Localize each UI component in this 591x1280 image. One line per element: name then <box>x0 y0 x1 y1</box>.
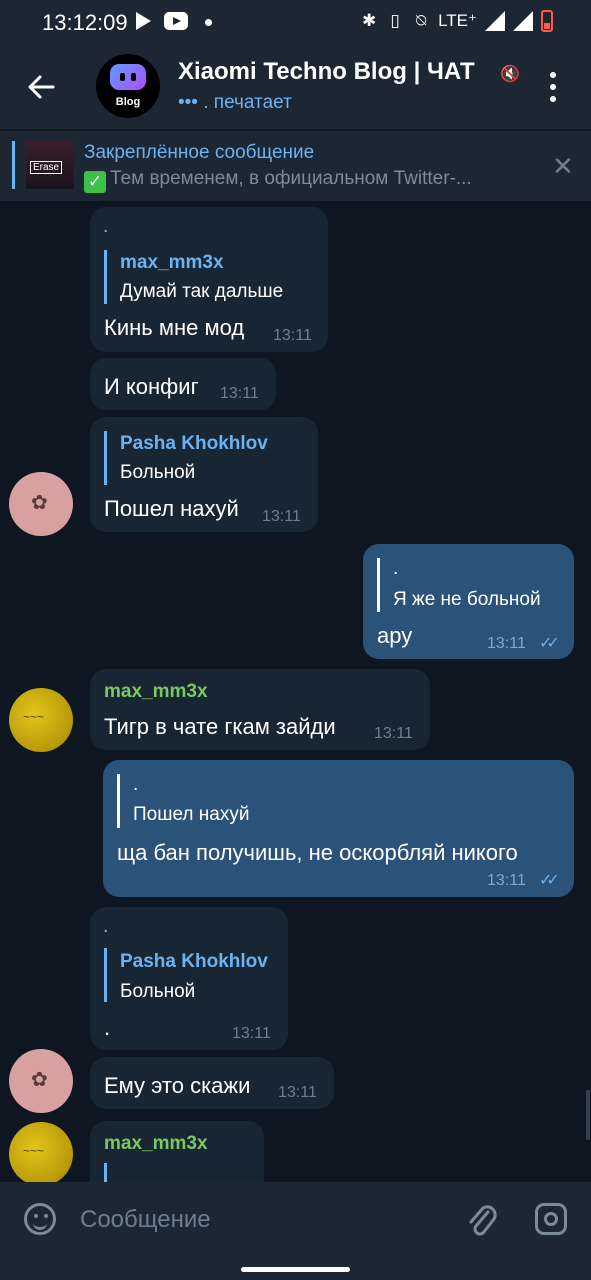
message-text: Ему это скажи <box>104 1073 251 1098</box>
message-time: 13:11 <box>374 725 413 742</box>
reply-text: Я же не больной <box>393 589 541 610</box>
signal-icon <box>485 11 505 31</box>
message-bubble[interactable]: . max_mm3x Думай так дальше Кинь мне мод… <box>90 207 328 352</box>
check-mark-icon: ✓ <box>84 171 106 193</box>
youtube-icon <box>164 12 188 30</box>
message-time: 13:11 <box>273 327 312 344</box>
message-bubble[interactable]: max_mm3x Тигр в чате гкам зайди 13:11 <box>90 669 430 750</box>
message-text: Пошел нахуй <box>104 496 239 521</box>
more-menu-icon[interactable] <box>548 72 558 102</box>
close-pinned-icon[interactable]: ✕ <box>552 153 574 179</box>
message-time: 13:11 <box>220 385 259 402</box>
message-composer: Сообщение <box>0 1182 591 1258</box>
avatar[interactable] <box>9 688 73 752</box>
message-bubble[interactable]: И конфиг 13:11 <box>90 358 276 410</box>
message-text: И конфиг <box>104 374 199 399</box>
sender-name[interactable]: max_mm3x <box>104 681 208 703</box>
message-text: Тигр в чате гкам зайди <box>104 714 336 739</box>
typing-status: ••• . печатает <box>178 92 292 114</box>
avatar[interactable] <box>9 1122 73 1186</box>
notification-dot-icon <box>205 19 212 26</box>
signal-2-icon <box>513 11 533 31</box>
sender-name[interactable]: max_mm3x <box>104 1133 208 1155</box>
reply-quote[interactable] <box>104 1163 107 1182</box>
avatar[interactable] <box>9 472 73 536</box>
reply-author: Pasha Khokhlov <box>120 951 268 972</box>
scrollbar[interactable] <box>586 1090 590 1140</box>
vibrate-icon: ▯ <box>390 11 400 30</box>
pinned-text: ✓ Тем временем, в официальном Twitter-... <box>84 168 472 193</box>
message-bubble[interactable]: . Я же не больной ару 13:11 ✓✓ <box>363 544 574 659</box>
mi-logo-icon <box>110 64 146 90</box>
reply-quote[interactable] <box>104 431 107 485</box>
channel-avatar[interactable]: Blog <box>96 54 160 118</box>
mute-bell-icon: ⍉ <box>416 11 427 30</box>
reply-author: Pasha Khokhlov <box>120 433 268 454</box>
reply-quote[interactable] <box>377 558 380 612</box>
message-bubble[interactable]: Pasha Khokhlov Больной Пошел нахуй 13:11 <box>90 417 318 532</box>
reply-author: . <box>393 558 399 579</box>
chat-header: Blog Xiaomi Techno Blog | ЧАТ 🔇 ••• . пе… <box>0 44 591 129</box>
reply-text: Думай так дальше <box>120 281 284 302</box>
message-time: 13:11 <box>262 508 301 525</box>
reply-quote[interactable] <box>117 774 120 828</box>
status-time: 13:12:09 <box>42 10 128 35</box>
network-type: LTE⁺ <box>438 11 477 30</box>
play-icon <box>136 12 151 30</box>
message-bubble[interactable]: Ему это скажи 13:11 <box>90 1057 334 1109</box>
status-bar: 13:12:09 ✱ ▯ ⍉ LTE⁺ <box>0 0 591 44</box>
reply-author: max_mm3x <box>120 252 224 273</box>
pinned-thumbnail: Erase <box>26 141 74 189</box>
message-bubble[interactable]: . Пошел нахуй ща бан получишь, не оскорб… <box>103 760 574 897</box>
chat-title[interactable]: Xiaomi Techno Blog | ЧАТ <box>178 58 475 86</box>
back-arrow-icon[interactable] <box>26 72 56 102</box>
pinned-message-bar[interactable]: Erase Закреплённое сообщение ✓ Тем времен… <box>0 130 591 201</box>
home-gesture-bar[interactable] <box>241 1267 350 1272</box>
message-bubble[interactable]: max_mm3x <box>90 1121 264 1182</box>
typing-text: . печатает <box>203 92 292 113</box>
reply-quote[interactable] <box>104 250 107 304</box>
message-text: ару <box>377 623 413 648</box>
message-input[interactable]: Сообщение <box>80 1206 211 1234</box>
message-top-dot: . <box>103 915 109 937</box>
message-text: . <box>104 1015 111 1040</box>
message-top-dot: . <box>103 215 109 237</box>
typing-dots-icon: ••• <box>178 92 198 113</box>
pinned-indicator <box>12 141 15 189</box>
camera-icon[interactable] <box>535 1203 567 1235</box>
message-time: 13:11 <box>487 635 526 652</box>
reply-text: Больной <box>120 462 196 483</box>
reply-text: Пошел нахуй <box>133 804 250 825</box>
attach-icon[interactable] <box>466 1200 498 1240</box>
avatar[interactable] <box>9 1049 73 1113</box>
avatar-label: Blog <box>115 96 141 108</box>
system-nav-bar <box>0 1258 591 1280</box>
battery-icon <box>541 10 553 32</box>
status-icons: ✱ ▯ ⍉ LTE⁺ <box>360 10 553 32</box>
message-time: 13:11 <box>232 1025 271 1042</box>
message-time: 13:11 <box>487 872 526 889</box>
muted-icon: 🔇 <box>500 66 520 83</box>
message-bubble[interactable]: . Pasha Khokhlov Больной . 13:11 <box>90 907 288 1050</box>
message-text: Кинь мне мод <box>104 315 245 340</box>
reply-author: . <box>133 774 139 795</box>
reply-text: Больной <box>120 981 196 1002</box>
pinned-title: Закреплённое сообщение <box>84 142 315 163</box>
read-checkmarks-icon: ✓✓ <box>539 872 560 889</box>
reply-quote[interactable] <box>104 948 107 1002</box>
read-checkmarks-icon: ✓✓ <box>539 635 560 652</box>
message-text: ща бан получишь, не оскорбляй никого <box>117 840 518 865</box>
bluetooth-icon: ✱ <box>361 11 377 30</box>
emoji-icon[interactable] <box>24 1203 56 1235</box>
message-time: 13:11 <box>278 1084 317 1101</box>
